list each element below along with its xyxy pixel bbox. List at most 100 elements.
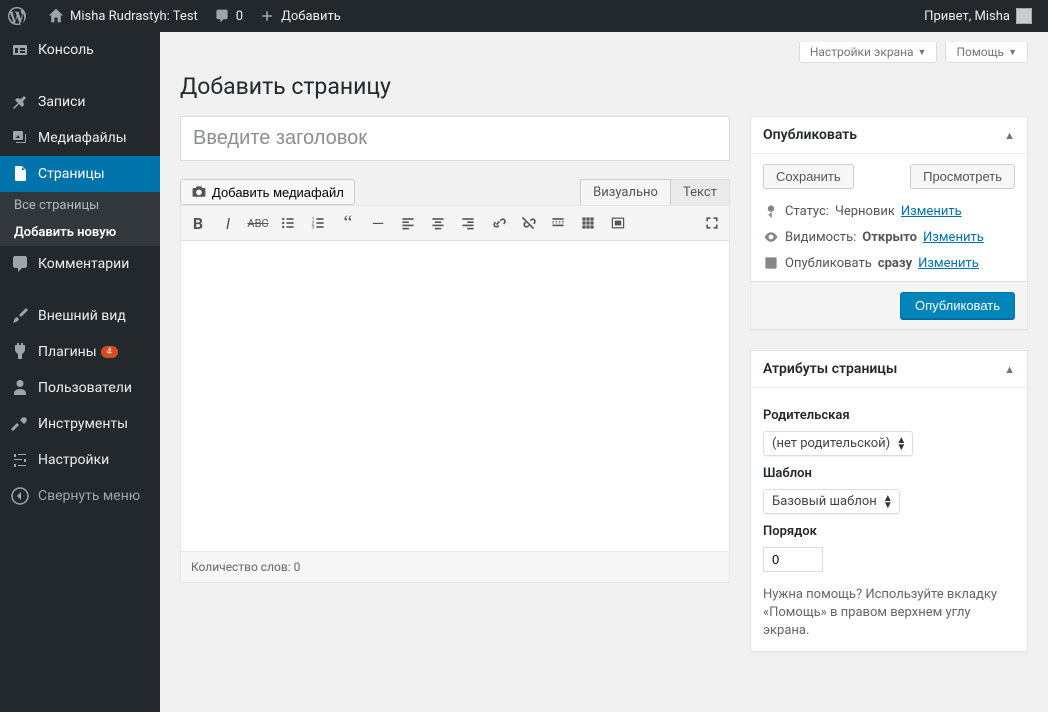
comments-count: 0 xyxy=(236,9,243,24)
comment-icon xyxy=(10,254,30,274)
sidebar-label: Плагины xyxy=(38,344,97,360)
fullscreen-button[interactable] xyxy=(698,209,726,237)
editor-toolbar: B I ABC 123 “ — xyxy=(181,206,729,241)
wp-logo[interactable] xyxy=(0,0,40,32)
strike-button[interactable]: ABC xyxy=(244,209,272,237)
title-input[interactable] xyxy=(180,116,730,161)
tab-text[interactable]: Текст xyxy=(671,179,730,205)
bold-button[interactable]: B xyxy=(184,209,212,237)
attributes-title: Атрибуты страницы xyxy=(763,361,897,377)
collapse-icon xyxy=(10,486,30,506)
toolbar-toggle-button[interactable] xyxy=(574,209,602,237)
main-content: Настройки экрана ▼ Помощь ▼ Добавить стр… xyxy=(160,32,1048,712)
align-center-button[interactable] xyxy=(424,209,452,237)
distraction-free-button[interactable] xyxy=(604,209,632,237)
word-count: Количество слов: 0 xyxy=(181,551,729,582)
dashboard-icon xyxy=(10,40,30,60)
publish-header[interactable]: Опубликовать ▲ xyxy=(751,117,1027,154)
attributes-body: Родительская (нет родительской) ▲▼ Шабло… xyxy=(751,388,1027,651)
wrench-icon xyxy=(10,414,30,434)
sidebar-item-settings[interactable]: Настройки xyxy=(0,442,160,478)
edit-schedule-link[interactable]: Изменить xyxy=(918,256,979,271)
attributes-box: Атрибуты страницы ▲ Родительская (нет ро… xyxy=(750,350,1028,652)
sidebar-item-appearance[interactable]: Внешний вид xyxy=(0,298,160,334)
media-row: Добавить медиафайл Визуально Текст xyxy=(180,179,730,205)
parent-value: (нет родительской) xyxy=(772,436,890,451)
more-button[interactable] xyxy=(544,209,572,237)
italic-button[interactable]: I xyxy=(214,209,242,237)
camera-icon xyxy=(191,184,207,200)
status-value: Черновик xyxy=(835,204,895,219)
sidebar-label: Пользователи xyxy=(38,380,132,396)
attributes-header[interactable]: Атрибуты страницы ▲ xyxy=(751,351,1027,388)
sidebar-item-comments[interactable]: Комментарии xyxy=(0,246,160,282)
main-column: Добавить медиафайл Визуально Текст B I A… xyxy=(180,116,730,672)
unlink-button[interactable] xyxy=(514,209,542,237)
sidebar-item-pages[interactable]: Страницы xyxy=(0,156,160,192)
template-select[interactable]: Базовый шаблон ▲▼ xyxy=(763,489,900,514)
sidebar-item-tools[interactable]: Инструменты xyxy=(0,406,160,442)
sidebar-item-plugins[interactable]: Плагины 4 xyxy=(0,334,160,370)
help-button[interactable]: Помощь ▼ xyxy=(945,42,1028,63)
sidebar-item-users[interactable]: Пользователи xyxy=(0,370,160,406)
add-media-button[interactable]: Добавить медиафайл xyxy=(180,179,355,205)
save-draft-button[interactable]: Сохранить xyxy=(763,164,854,189)
template-label: Шаблон xyxy=(763,466,1015,481)
visibility-label: Видимость: xyxy=(785,230,856,245)
status-row: Статус: Черновик Изменить xyxy=(763,203,1015,219)
hr-button[interactable]: — xyxy=(364,209,392,237)
site-name[interactable]: Misha Rudrastyh: Test xyxy=(40,0,206,32)
collapse-label: Свернуть меню xyxy=(38,488,140,504)
editor-textarea[interactable] xyxy=(181,241,729,551)
align-left-button[interactable] xyxy=(394,209,422,237)
submenu-add-page[interactable]: Добавить новую xyxy=(0,219,160,246)
parent-select[interactable]: (нет родительской) ▲▼ xyxy=(763,431,913,456)
schedule-row: Опубликовать сразу Изменить xyxy=(763,255,1015,271)
publish-body: Сохранить Просмотреть Статус: Черновик И… xyxy=(751,154,1027,329)
top-buttons: Настройки экрана ▼ Помощь ▼ xyxy=(180,42,1028,63)
screen-options-button[interactable]: Настройки экрана ▼ xyxy=(799,42,938,63)
submenu-all-pages[interactable]: Все страницы xyxy=(0,192,160,219)
sidebar-item-posts[interactable]: Записи xyxy=(0,84,160,120)
plugin-icon xyxy=(10,342,30,362)
triangle-up-icon: ▲ xyxy=(1004,129,1015,142)
sidebar-collapse[interactable]: Свернуть меню xyxy=(0,478,160,514)
ol-button[interactable]: 123 xyxy=(304,209,332,237)
publish-button[interactable]: Опубликовать xyxy=(900,292,1015,319)
edit-visibility-link[interactable]: Изменить xyxy=(923,230,984,245)
sidebar-item-dashboard[interactable]: Консоль xyxy=(0,32,160,68)
attributes-help: Нужна помощь? Используйте вкладку «Помощ… xyxy=(763,586,1015,641)
sidebar-label: Внешний вид xyxy=(38,308,126,324)
publish-footer: Опубликовать xyxy=(751,281,1027,329)
preview-button[interactable]: Просмотреть xyxy=(910,164,1015,189)
ul-button[interactable] xyxy=(274,209,302,237)
publish-box: Опубликовать ▲ Сохранить Просмотреть Ста… xyxy=(750,116,1028,330)
sidebar-label: Страницы xyxy=(38,166,105,182)
key-icon xyxy=(763,203,779,219)
tab-visual[interactable]: Визуально xyxy=(580,179,671,205)
sidebar-submenu: Все страницы Добавить новую xyxy=(0,192,160,246)
sidebar-item-media[interactable]: Медиафайлы xyxy=(0,120,160,156)
quote-button[interactable]: “ xyxy=(334,209,362,237)
schedule-label: Опубликовать xyxy=(785,256,872,271)
edit-status-link[interactable]: Изменить xyxy=(901,204,962,219)
plugins-badge: 4 xyxy=(101,346,118,358)
triangle-down-icon: ▼ xyxy=(918,47,927,58)
select-arrows-icon: ▲▼ xyxy=(883,495,893,509)
editor-tabs: Визуально Текст xyxy=(580,179,730,205)
status-label: Статус: xyxy=(785,204,829,219)
admin-sidebar: Консоль Записи Медиафайлы Страницы Все с… xyxy=(0,32,160,712)
add-new[interactable]: Добавить xyxy=(251,0,349,32)
align-right-button[interactable] xyxy=(454,209,482,237)
order-input[interactable] xyxy=(763,547,823,572)
avatar xyxy=(1016,8,1032,24)
user-greeting[interactable]: Привет, Misha xyxy=(916,0,1040,32)
brush-icon xyxy=(10,306,30,326)
sliders-icon xyxy=(10,450,30,470)
side-column: Опубликовать ▲ Сохранить Просмотреть Ста… xyxy=(750,116,1028,672)
comments-link[interactable]: 0 xyxy=(206,0,251,32)
triangle-up-icon: ▲ xyxy=(1004,363,1015,376)
select-arrows-icon: ▲▼ xyxy=(896,437,906,451)
link-button[interactable] xyxy=(484,209,512,237)
plus-icon xyxy=(259,8,275,24)
